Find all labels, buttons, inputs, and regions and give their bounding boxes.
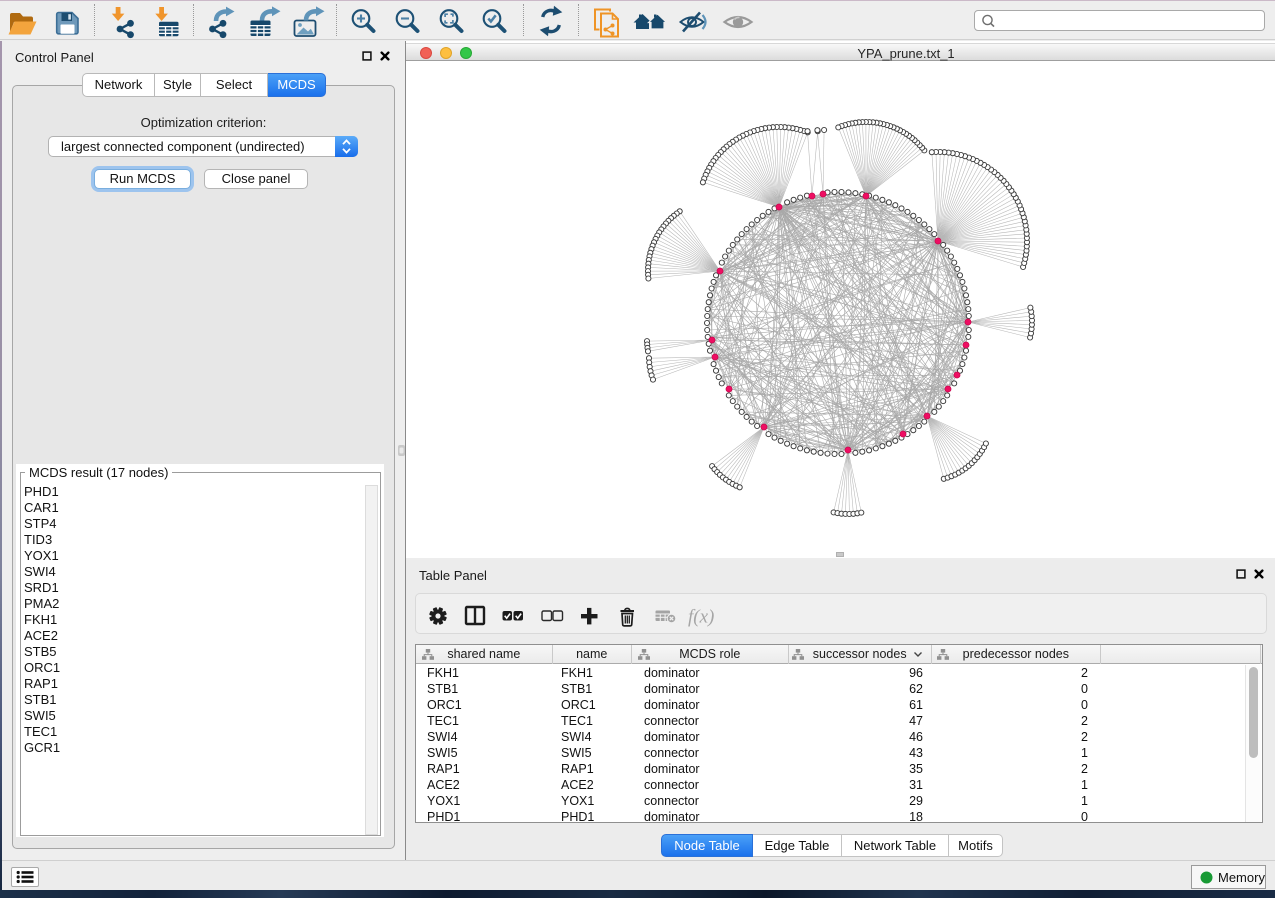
svg-text:f(x): f(x) xyxy=(688,607,714,628)
